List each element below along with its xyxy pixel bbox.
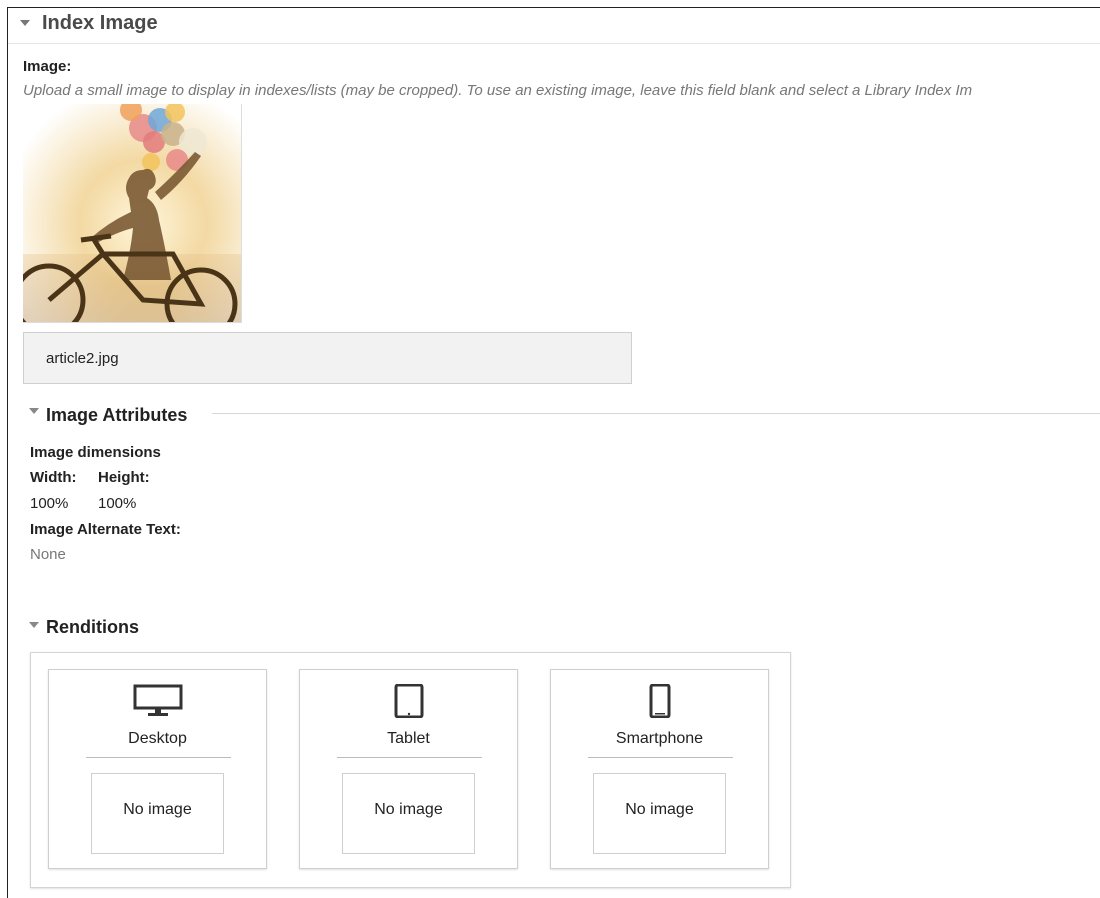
filename-field[interactable]: article2.jpg <box>23 332 632 384</box>
rendition-divider <box>588 757 733 758</box>
rendition-divider <box>86 757 231 758</box>
no-image-text: No image <box>374 801 443 818</box>
rendition-card-desktop[interactable]: Desktop No image <box>48 669 267 869</box>
rendition-label: Smartphone <box>615 730 704 747</box>
alt-text-label: Image Alternate Text: <box>30 521 181 538</box>
rendition-card-tablet[interactable]: Tablet No image <box>299 669 518 869</box>
collapse-triangle-icon[interactable] <box>29 408 39 414</box>
tablet-icon <box>300 684 517 720</box>
rendition-label: Desktop <box>128 730 187 747</box>
collapse-triangle-icon[interactable] <box>29 622 39 628</box>
dimensions-label: Image dimensions <box>30 444 161 461</box>
collapse-triangle-icon[interactable] <box>20 20 30 26</box>
renditions-title[interactable]: Renditions <box>46 617 139 638</box>
rendition-divider <box>337 757 482 758</box>
no-image-text: No image <box>625 801 694 818</box>
index-image-section-header[interactable]: Index Image <box>8 8 1100 44</box>
no-image-text: No image <box>123 801 192 818</box>
image-attributes-title[interactable]: Image Attributes <box>46 405 187 426</box>
smartphone-icon <box>551 684 768 720</box>
section-divider <box>212 413 1100 414</box>
content-panel: Index Image Image: Upload a small image … <box>7 7 1100 898</box>
width-label: Width: <box>30 469 77 486</box>
renditions-panel: Desktop No image Tablet No image Smartph… <box>30 652 791 888</box>
alt-text-value: None <box>30 546 66 563</box>
rendition-drop-area[interactable]: No image <box>593 773 726 854</box>
rendition-card-smartphone[interactable]: Smartphone No image <box>550 669 769 869</box>
section-title: Index Image <box>42 12 158 34</box>
height-label: Height: <box>98 469 150 486</box>
image-field-label: Image: <box>23 58 72 75</box>
rendition-label: Tablet <box>387 730 430 747</box>
rendition-drop-area[interactable]: No image <box>342 773 475 854</box>
desktop-icon <box>49 684 266 720</box>
image-thumbnail[interactable] <box>23 104 242 323</box>
height-value: 100% <box>98 495 137 512</box>
image-help-text: Upload a small image to display in index… <box>23 82 973 99</box>
width-value: 100% <box>30 495 69 512</box>
filename-text: article2.jpg <box>46 350 119 367</box>
rendition-drop-area[interactable]: No image <box>91 773 224 854</box>
